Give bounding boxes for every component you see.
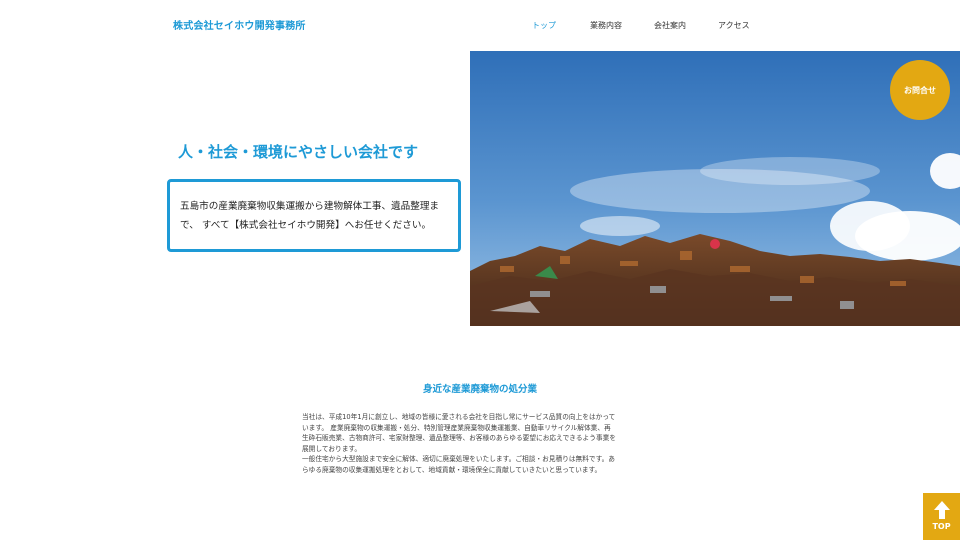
hero-message-line: 五島市の産業廃棄物収集運搬から建物解体工事、遺品整理ま	[180, 201, 440, 212]
intro-line: らゆる廃棄物の収集運搬処理をとおして、地域貢献・環境保全に貢献していきたいと思っ…	[302, 465, 602, 474]
nav-item-access[interactable]: アクセス	[718, 20, 768, 31]
intro-line: います。 産業廃棄物の収集運搬・処分、特別管理産業廃棄物収集運搬業、自動車リサイ…	[302, 423, 611, 432]
hero-message-line: で、 すべて【株式会社セイホウ開発】へお任せください。	[180, 220, 432, 231]
intro-line: 展開しております。	[302, 444, 362, 453]
nav-item-services[interactable]: 業務内容	[590, 20, 654, 31]
contact-button[interactable]: お問合せ	[890, 60, 950, 120]
page-top-label: TOP	[932, 522, 951, 531]
intro-section-title: 身近な産業廃棄物の処分業	[422, 384, 537, 395]
intro-line: 当社は、平成10年1月に創立し、地域の皆様に愛される会社を目指し常にサービス品質…	[302, 413, 616, 421]
hero-tagline: 人・社会・環境にやさしい会社です	[178, 143, 419, 161]
nav-item-company[interactable]: 会社案内	[654, 20, 718, 31]
main-nav: トップ 業務内容 会社案内 アクセス	[532, 20, 768, 31]
scrap-heap-photo	[470, 51, 960, 326]
page-top-button[interactable]: TOP	[923, 493, 960, 540]
intro-line: 生砕石販売業、古物商許可、宅家財整理、遺品整理等、お客様のあらゆる要望にお応えで…	[302, 434, 616, 443]
arrow-up-icon	[933, 501, 950, 519]
intro-body-text: 当社は、平成10年1月に創立し、地域の皆様に愛される会社を目指し常にサービス品質…	[302, 412, 662, 476]
hero-image	[470, 51, 960, 326]
intro-line: 一般住宅から大型施設まで安全に解体、適切に廃棄処理をいたします。ご相談・お見積り…	[302, 455, 615, 464]
site-logo[interactable]: 株式会社セイホウ開発事務所	[173, 17, 306, 32]
hero-message-box: 五島市の産業廃棄物収集運搬から建物解体工事、遺品整理ま で、 すべて【株式会社セ…	[167, 179, 461, 252]
nav-item-top[interactable]: トップ	[532, 20, 590, 31]
